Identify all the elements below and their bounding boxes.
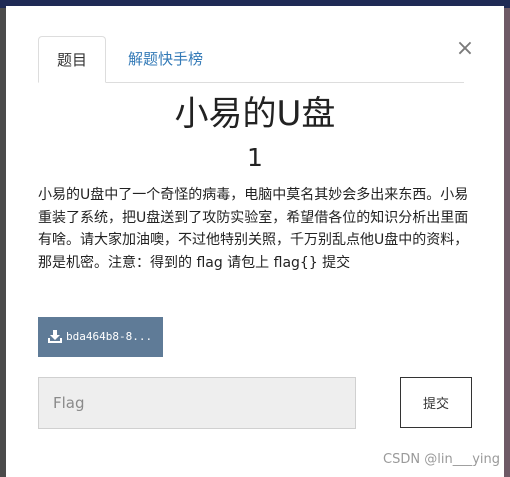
download-icon [48,329,62,343]
submit-button[interactable]: 提交 [400,377,472,428]
challenge-description: 小易的U盘中了一个奇怪的病毒，电脑中莫名其妙会多出来东西。小易重装了系统，把U盘… [38,187,469,271]
challenge-title: 小易的U盘 [174,94,336,134]
tab-challenge[interactable]: 题目 [38,36,106,83]
file-download-button[interactable]: bda464b8-8... [38,317,163,357]
flag-input[interactable] [38,377,356,429]
tab-solves[interactable]: 解题快手榜 [112,36,219,82]
modal-tabs: 题目 解题快手榜 [38,36,464,83]
close-icon[interactable]: × [454,38,476,60]
challenge-points: 1 [247,143,263,172]
watermark: CSDN @lin___ying [383,452,500,467]
background-overlay-right [504,8,510,477]
file-name: bda464b8-8... [66,330,153,343]
challenge-modal: 题目 解题快手榜 × 小易的U盘 1 小易的U盘中了一个奇怪的病毒，电脑中莫名其… [6,6,504,477]
